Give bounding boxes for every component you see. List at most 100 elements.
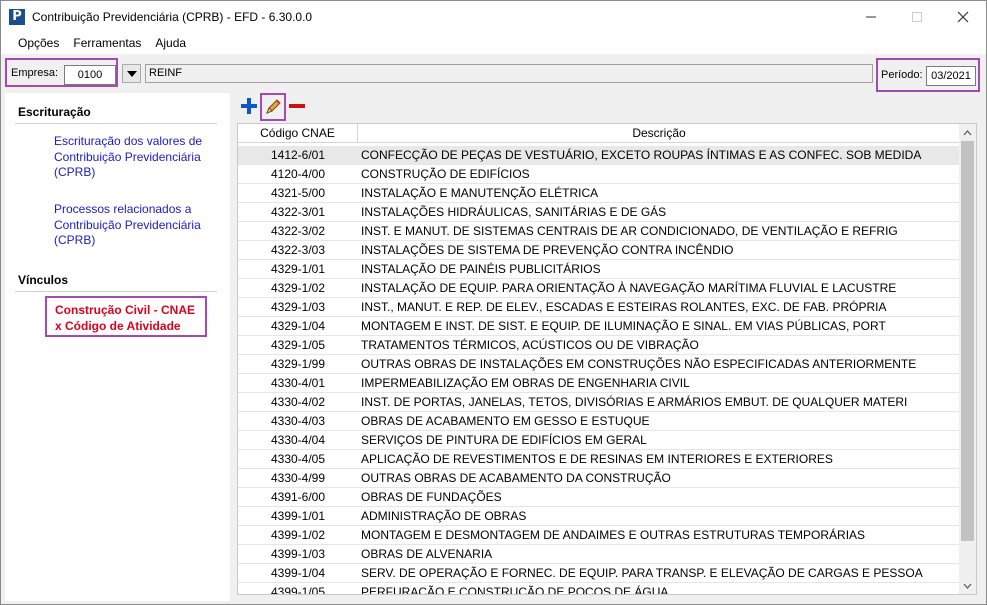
table-row[interactable]: 1412-6/01 CONFECÇÃO DE PEÇAS DE VESTUÁRIO… [238, 146, 960, 165]
table-body: 1412-6/01 CONFECÇÃO DE PEÇAS DE VESTUÁRIO… [238, 146, 960, 594]
cell-descricao: OUTRAS OBRAS DE INSTALAÇÕES EM CONSTRUÇÕ… [361, 357, 917, 371]
table-row[interactable]: 4322-3/03 INSTALAÇÕES DE SISTEMA DE PREVE… [238, 241, 960, 260]
cell-descricao: SERV. DE OPERAÇÃO E FORNEC. DE EQUIP. PA… [361, 566, 923, 580]
cell-descricao: APLICAÇÃO DE REVESTIMENTOS E DE RESINAS … [361, 452, 833, 466]
table-row[interactable]: 4399-1/02 MONTAGEM E DESMONTAGEM DE ANDAI… [238, 526, 960, 545]
table-row[interactable]: 4329-1/04 MONTAGEM E INST. DE SIST. E EQU… [238, 317, 960, 336]
minus-icon [289, 104, 305, 108]
chevron-down-icon [126, 70, 137, 77]
cell-codigo-cnae: 1412-6/01 [270, 148, 326, 162]
escrituracao-heading: Escrituração [18, 105, 91, 119]
table-row[interactable]: 4391-6/00 OBRAS DE FUNDAÇÕES [238, 488, 960, 507]
table-row[interactable]: 4399-1/05 PERFURAÇÃO E CONSTRUÇÃO DE POÇO… [238, 583, 960, 594]
company-period-bar: Empresa: 0100 REINF Período: 03/2021 [1, 57, 986, 92]
table-header: Código CNAE Descrição [238, 124, 960, 143]
column-header-codigo[interactable]: Código CNAE [238, 124, 358, 142]
table-row[interactable]: 4329-1/03 INST., MANUT. E REP. DE ELEV., … [238, 298, 960, 317]
cell-descricao: ADMINISTRAÇÃO DE OBRAS [361, 509, 527, 523]
cell-descricao: OBRAS DE ALVENARIA [361, 547, 493, 561]
cell-codigo-cnae: 4321-5/00 [270, 186, 326, 200]
table-row[interactable]: 4322-3/02 INST. E MANUT. DE SISTEMAS CENT… [238, 222, 960, 241]
periodo-field[interactable]: 03/2021 [926, 66, 976, 86]
cell-codigo-cnae: 4391-6/00 [270, 490, 326, 504]
cell-descricao: INST. E MANUT. DE SISTEMAS CENTRAIS DE A… [361, 224, 898, 238]
maximize-button[interactable] [894, 1, 940, 32]
cell-descricao: MONTAGEM E INST. DE SIST. E EQUIP. DE IL… [361, 319, 886, 333]
scroll-down-button[interactable] [959, 577, 976, 594]
cell-descricao: INSTALAÇÕES HIDRÁULICAS, SANITÁRIAS E DE… [361, 205, 667, 219]
table-row[interactable]: 4329-1/01 INSTALAÇÃO DE PAINÉIS PUBLICITÁ… [238, 260, 960, 279]
table-row[interactable]: 4399-1/03 OBRAS DE ALVENARIA [238, 545, 960, 564]
table-row[interactable]: 4330-4/99 OUTRAS OBRAS DE ACABAMENTO DA C… [238, 469, 960, 488]
table-row[interactable]: 4330-4/02 INST. DE PORTAS, JANELAS, TETOS… [238, 393, 960, 412]
table-row[interactable]: 4329-1/99 OUTRAS OBRAS DE INSTALAÇÕES EM … [238, 355, 960, 374]
minimize-button[interactable] [848, 1, 894, 32]
sidebar: Escrituração Escrituração dos valores de… [5, 93, 230, 601]
divider [15, 123, 217, 124]
close-button[interactable] [940, 1, 986, 32]
cell-codigo-cnae: 4322-3/01 [270, 205, 326, 219]
table-row[interactable]: 4330-4/05 APLICAÇÃO DE REVESTIMENTOS E DE… [238, 450, 960, 469]
scroll-thumb[interactable] [961, 141, 974, 541]
cell-descricao: INSTALAÇÃO DE PAINÉIS PUBLICITÁRIOS [361, 262, 601, 276]
table-row[interactable]: 4120-4/00 CONSTRUÇÃO DE EDIFÍCIOS [238, 165, 960, 184]
empresa-field[interactable]: 0100 [64, 65, 116, 85]
vertical-scrollbar[interactable] [959, 124, 976, 594]
close-icon [957, 11, 969, 22]
cell-descricao: TRATAMENTOS TÉRMICOS, ACÚSTICOS OU DE VI… [361, 338, 699, 352]
minimize-icon [866, 16, 876, 17]
cell-codigo-cnae: 4399-1/03 [270, 547, 326, 561]
menu-ajuda[interactable]: Ajuda [148, 32, 193, 54]
menu-bar: Opções Ferramentas Ajuda [1, 32, 986, 54]
vinculos-heading: Vínculos [18, 273, 69, 287]
chevron-down-icon [963, 583, 972, 589]
cell-descricao: INSTALAÇÃO E MANUTENÇÃO ELÉTRICA [361, 186, 599, 200]
cell-codigo-cnae: 4399-1/02 [270, 528, 326, 542]
column-header-descricao[interactable]: Descrição [358, 124, 960, 142]
cell-codigo-cnae: 4329-1/01 [270, 262, 326, 276]
cell-codigo-cnae: 4329-1/03 [270, 300, 326, 314]
cell-codigo-cnae: 4329-1/02 [270, 281, 326, 295]
scroll-up-button[interactable] [959, 124, 976, 141]
cell-codigo-cnae: 4322-3/03 [270, 243, 326, 257]
menu-ferramentas[interactable]: Ferramentas [66, 32, 148, 54]
maximize-icon [912, 11, 922, 22]
cell-codigo-cnae: 4330-4/03 [270, 414, 326, 428]
cnae-table: Código CNAE Descrição 1412-6/01 CONFECÇÃO… [237, 123, 977, 595]
empresa-name-display: REINF [145, 64, 873, 83]
cell-codigo-cnae: 4330-4/04 [270, 433, 326, 447]
table-row[interactable]: 4329-1/05 TRATAMENTOS TÉRMICOS, ACÚSTICOS… [238, 336, 960, 355]
pencil-icon [266, 99, 281, 114]
cell-descricao: OBRAS DE FUNDAÇÕES [361, 490, 502, 504]
app-logo-icon: P [9, 8, 25, 25]
table-row[interactable]: 4399-1/04 SERV. DE OPERAÇÃO E FORNEC. DE … [238, 564, 960, 583]
menu-opcoes[interactable]: Opções [11, 32, 66, 54]
table-row[interactable]: 4329-1/02 INSTALAÇÃO DE EQUIP. PARA ORIEN… [238, 279, 960, 298]
table-row[interactable]: 4330-4/01 IMPERMEABILIZAÇÃO EM OBRAS DE E… [238, 374, 960, 393]
cell-codigo-cnae: 4330-4/02 [270, 395, 326, 409]
cell-codigo-cnae: 4329-1/05 [270, 338, 326, 352]
edit-button[interactable] [260, 93, 286, 121]
table-row[interactable]: 4330-4/03 OBRAS DE ACABAMENTO EM GESSO E … [238, 412, 960, 431]
sidebar-link-construcao-civil[interactable]: Construção Civil - CNAE x Código de Ativ… [55, 303, 205, 334]
table-row[interactable]: 4321-5/00 INSTALAÇÃO E MANUTENÇÃO ELÉTRIC… [238, 184, 960, 203]
remove-button[interactable] [289, 95, 305, 119]
cell-descricao: SERVIÇOS DE PINTURA DE EDIFÍCIOS EM GERA… [361, 433, 647, 447]
table-row[interactable]: 4399-1/01 ADMINISTRAÇÃO DE OBRAS [238, 507, 960, 526]
periodo-group: Período: 03/2021 [876, 58, 980, 92]
cell-codigo-cnae: 4322-3/02 [270, 224, 326, 238]
cell-codigo-cnae: 4330-4/01 [270, 376, 326, 390]
table-row[interactable]: 4330-4/04 SERVIÇOS DE PINTURA DE EDIFÍCIO… [238, 431, 960, 450]
app-window: P Contribuição Previdenciária (CPRB) - E… [0, 0, 987, 605]
window-title: Contribuição Previdenciária (CPRB) - EFD… [32, 9, 313, 24]
cell-codigo-cnae: 4329-1/99 [270, 357, 326, 371]
cell-descricao: INSTALAÇÕES DE SISTEMA DE PREVENÇÃO CONT… [361, 243, 734, 257]
add-button[interactable] [241, 95, 259, 119]
periodo-label: Período: [881, 69, 923, 81]
empresa-dropdown-button[interactable] [122, 64, 141, 83]
sidebar-link-processos[interactable]: Processos relacionados a Contribuição Pr… [54, 202, 224, 249]
cell-descricao: INST. DE PORTAS, JANELAS, TETOS, DIVISÓR… [361, 395, 908, 409]
sidebar-link-escrituracao-valores[interactable]: Escrituração dos valores de Contribuição… [54, 134, 224, 181]
table-row[interactable]: 4322-3/01 INSTALAÇÕES HIDRÁULICAS, SANITÁ… [238, 203, 960, 222]
cell-codigo-cnae: 4399-1/01 [270, 509, 326, 523]
